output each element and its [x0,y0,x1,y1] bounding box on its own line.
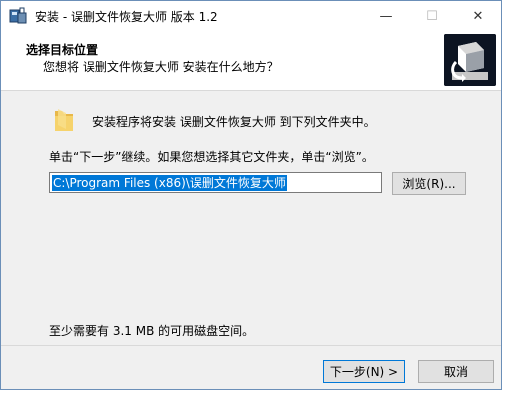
close-button[interactable]: ✕ [455,1,501,31]
window-title: 安装 - 误删文件恢复大师 版本 1.2 [35,9,218,24]
hint-text: 单击“下一步”继续。如果您想选择其它文件夹，单击“浏览”。 [49,150,374,164]
window-controls: — ☐ ✕ [363,1,501,31]
page-subtitle: 您想将 误删文件恢复大师 安装在什么地方？ [43,60,279,74]
wizard-footer: 下一步(N) > 取消 [1,345,501,389]
next-button[interactable]: 下一步(N) > [323,360,405,383]
intro-text: 安装程序将安装 误删文件恢复大师 到下列文件夹中。 [92,115,376,129]
installer-window: 安装 - 误删文件恢复大师 版本 1.2 — ☐ ✕ 选择目标位置 您想将 误删… [0,0,502,390]
folder-icon [53,107,75,133]
cancel-button[interactable]: 取消 [418,360,494,383]
minimize-button[interactable]: — [363,1,409,31]
title-bar: 安装 - 误删文件恢复大师 版本 1.2 — ☐ ✕ [1,1,501,31]
installer-icon [9,7,27,25]
wizard-logo-icon [444,34,496,86]
background-bottom [0,390,513,399]
background-strip [502,0,513,399]
browse-button[interactable]: 浏览(R)... [392,172,466,195]
install-path-input[interactable] [49,172,382,193]
wizard-header: 选择目标位置 您想将 误删文件恢复大师 安装在什么地方？ [1,31,501,91]
page-title: 选择目标位置 [26,43,99,57]
disk-space-text: 至少需要有 3.1 MB 的可用磁盘空间。 [49,324,255,338]
maximize-button: ☐ [426,8,438,24]
wizard-content: 安装程序将安装 误删文件恢复大师 到下列文件夹中。 单击“下一步”继续。如果您想… [1,92,501,347]
